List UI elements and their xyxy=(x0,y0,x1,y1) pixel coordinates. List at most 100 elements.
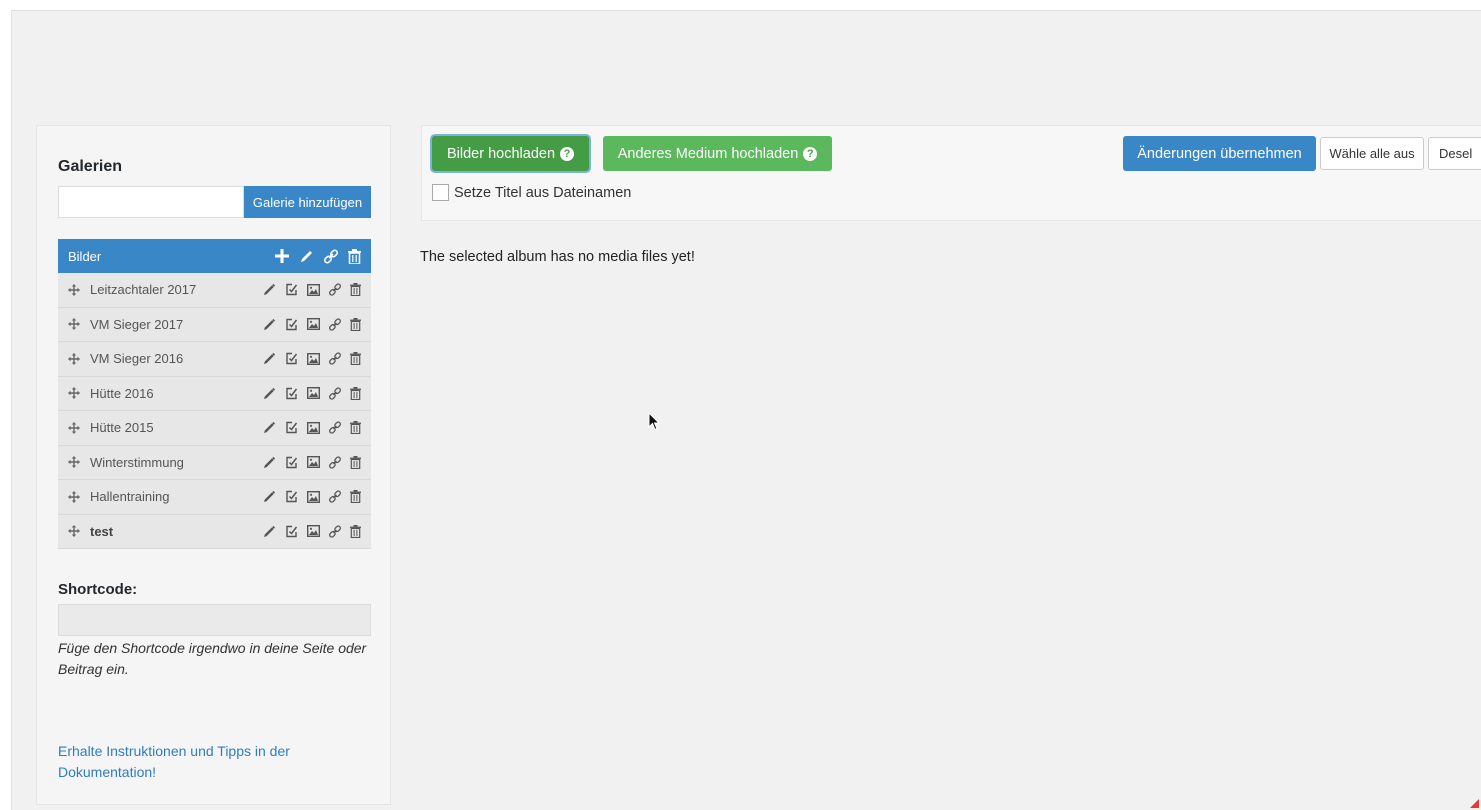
link-icon[interactable] xyxy=(324,248,338,264)
gallery-name[interactable]: VM Sieger 2016 xyxy=(90,351,263,366)
add-gallery-button[interactable]: Galerie hinzufügen xyxy=(244,186,371,218)
gallery-name[interactable]: VM Sieger 2017 xyxy=(90,317,263,332)
link-icon[interactable] xyxy=(329,387,341,400)
image-icon[interactable] xyxy=(307,283,320,296)
gallery-row-actions xyxy=(263,386,361,400)
pencil-icon[interactable] xyxy=(263,352,276,365)
gallery-row-actions xyxy=(263,490,361,504)
image-icon[interactable] xyxy=(307,421,320,434)
image-icon[interactable] xyxy=(307,525,320,538)
edit-check-icon[interactable] xyxy=(285,456,298,469)
link-icon[interactable] xyxy=(329,283,341,296)
gallery-list: Bilder Leitzachtaler 2017 VM Sieger 2017… xyxy=(58,239,371,549)
gallery-row[interactable]: Hütte 2015 xyxy=(58,411,371,446)
title-from-filename-checkbox[interactable] xyxy=(432,184,449,201)
pencil-icon[interactable] xyxy=(263,283,276,296)
link-icon[interactable] xyxy=(329,490,341,503)
move-icon[interactable] xyxy=(68,352,80,365)
pencil-icon[interactable] xyxy=(263,421,276,434)
title-from-filename-option[interactable]: Setze Titel aus Dateinamen xyxy=(432,184,631,201)
pencil-icon[interactable] xyxy=(263,387,276,400)
gallery-row[interactable]: VM Sieger 2017 xyxy=(58,307,371,342)
new-gallery-input[interactable] xyxy=(58,186,244,218)
gallery-name[interactable]: Hütte 2016 xyxy=(90,386,263,401)
pencil-icon[interactable] xyxy=(299,249,314,264)
apply-changes-button[interactable]: Änderungen übernehmen xyxy=(1123,136,1316,171)
trash-icon[interactable] xyxy=(348,248,361,264)
plus-icon[interactable] xyxy=(275,249,289,263)
move-icon[interactable] xyxy=(68,490,80,503)
trash-icon[interactable] xyxy=(350,524,361,538)
header-actions xyxy=(275,248,361,264)
mouse-cursor-icon xyxy=(648,411,661,436)
gallery-name[interactable]: Hütte 2015 xyxy=(90,420,263,435)
pencil-icon[interactable] xyxy=(263,490,276,503)
move-icon[interactable] xyxy=(68,387,80,400)
gallery-name[interactable]: Winterstimmung xyxy=(90,455,263,470)
link-icon[interactable] xyxy=(329,318,341,331)
help-icon: ? xyxy=(560,146,575,161)
link-icon[interactable] xyxy=(329,456,341,469)
move-icon[interactable] xyxy=(68,421,80,434)
gallery-row-actions xyxy=(263,421,361,435)
upload-images-button[interactable]: Bilder hochladen ? xyxy=(432,136,589,171)
link-icon[interactable] xyxy=(329,421,341,434)
trash-icon[interactable] xyxy=(350,317,361,331)
upload-other-media-button[interactable]: Anderes Medium hochladen ? xyxy=(603,136,832,171)
image-icon[interactable] xyxy=(307,456,320,469)
gallery-row[interactable]: VM Sieger 2016 xyxy=(58,342,371,377)
new-gallery-form: Galerie hinzufügen xyxy=(58,186,371,218)
gallery-name[interactable]: Hallentraining xyxy=(90,489,263,504)
move-icon[interactable] xyxy=(68,456,80,469)
edit-check-icon[interactable] xyxy=(285,283,298,296)
resize-corner-icon xyxy=(1470,799,1479,808)
edit-check-icon[interactable] xyxy=(285,525,298,538)
gallery-row[interactable]: test xyxy=(58,514,371,549)
trash-icon[interactable] xyxy=(350,352,361,366)
edit-check-icon[interactable] xyxy=(285,387,298,400)
page-frame: Galerien Galerie hinzufügen Bilder Leitz… xyxy=(11,10,1481,810)
trash-icon[interactable] xyxy=(350,455,361,469)
move-icon[interactable] xyxy=(68,525,80,538)
gallery-row-actions xyxy=(263,455,361,469)
shortcode-label: Shortcode: xyxy=(58,581,138,598)
pencil-icon[interactable] xyxy=(263,318,276,331)
upload-other-media-label: Anderes Medium hochladen xyxy=(617,145,799,162)
link-icon[interactable] xyxy=(329,352,341,365)
trash-icon[interactable] xyxy=(350,386,361,400)
gallery-row-actions xyxy=(263,317,361,331)
empty-album-message: The selected album has no media files ye… xyxy=(420,249,695,265)
gallery-row[interactable]: Winterstimmung xyxy=(58,445,371,480)
gallery-name[interactable]: Leitzachtaler 2017 xyxy=(90,282,263,297)
image-icon[interactable] xyxy=(307,490,320,503)
gallery-name[interactable]: test xyxy=(90,524,263,539)
image-icon[interactable] xyxy=(307,352,320,365)
move-icon[interactable] xyxy=(68,283,80,296)
pencil-icon[interactable] xyxy=(263,525,276,538)
gallery-row-actions xyxy=(263,524,361,538)
gallery-list-header-label: Bilder xyxy=(68,248,102,264)
pencil-icon[interactable] xyxy=(263,456,276,469)
image-icon[interactable] xyxy=(307,318,320,331)
edit-check-icon[interactable] xyxy=(285,318,298,331)
gallery-row[interactable]: Leitzachtaler 2017 xyxy=(58,273,371,308)
trash-icon[interactable] xyxy=(350,421,361,435)
edit-check-icon[interactable] xyxy=(285,490,298,503)
gallery-row-actions xyxy=(263,283,361,297)
gallery-list-header[interactable]: Bilder xyxy=(58,239,371,273)
shortcode-field[interactable] xyxy=(58,604,371,636)
image-icon[interactable] xyxy=(307,387,320,400)
select-all-button[interactable]: Wähle alle aus xyxy=(1320,137,1424,170)
gallery-row[interactable]: Hütte 2016 xyxy=(58,376,371,411)
help-icon: ? xyxy=(803,146,818,161)
edit-check-icon[interactable] xyxy=(285,421,298,434)
trash-icon[interactable] xyxy=(350,283,361,297)
title-from-filename-label: Setze Titel aus Dateinamen xyxy=(454,184,632,201)
deselect-button[interactable]: Desel xyxy=(1428,137,1481,170)
edit-check-icon[interactable] xyxy=(285,352,298,365)
move-icon[interactable] xyxy=(68,318,80,331)
trash-icon[interactable] xyxy=(350,490,361,504)
documentation-link[interactable]: Erhalte Instruktionen und Tipps in der D… xyxy=(58,741,318,783)
gallery-row[interactable]: Hallentraining xyxy=(58,480,371,515)
link-icon[interactable] xyxy=(329,525,341,538)
